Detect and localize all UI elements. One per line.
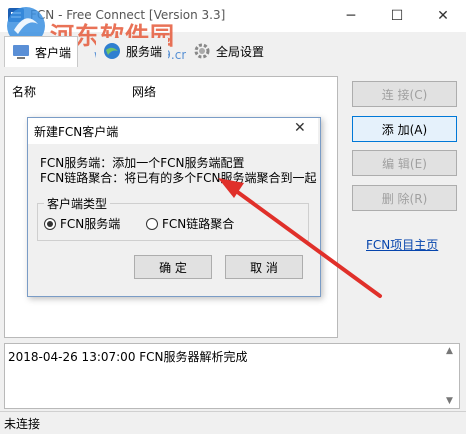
radio-fcn-server[interactable]: FCN服务端 <box>44 215 120 232</box>
client-icon <box>11 42 31 62</box>
minimize-button[interactable]: ─ <box>328 0 374 32</box>
status-bar <box>0 411 466 434</box>
globe-icon <box>102 41 122 61</box>
tab-server-label: 服务端 <box>126 44 163 59</box>
maximize-button[interactable]: ☐ <box>374 0 420 32</box>
close-button[interactable]: ✕ <box>420 0 466 32</box>
ok-button[interactable]: 确 定 <box>134 255 212 279</box>
add-button[interactable]: 添 加(A) <box>352 116 457 142</box>
dialog-close-button[interactable]: ✕ <box>294 120 306 136</box>
radio-selected-icon <box>44 217 56 230</box>
fcn-home-link[interactable]: FCN项目主页 <box>366 236 438 253</box>
tab-global-settings-label: 全局设置 <box>216 44 265 59</box>
tab-global-settings[interactable]: 全局设置 <box>186 38 271 64</box>
status-text: 未连接 <box>4 417 41 431</box>
radio-fcn-aggregate[interactable]: FCN链路聚合 <box>146 215 234 232</box>
tab-server[interactable]: 服务端 <box>96 38 169 64</box>
radio-fcn-aggregate-label: FCN链路聚合 <box>162 217 235 231</box>
dialog-title: 新建FCN客户端 <box>34 125 119 139</box>
tab-client-label: 客户端 <box>35 45 72 60</box>
delete-button[interactable]: 删 除(R) <box>352 185 457 211</box>
column-header-network[interactable]: 网络 <box>132 83 156 100</box>
column-header-name[interactable]: 名称 <box>12 83 36 100</box>
scroll-up-icon[interactable]: ▲ <box>446 346 453 356</box>
tab-client[interactable]: 客户端 <box>4 36 79 67</box>
client-type-group-label: 客户端类型 <box>44 195 111 212</box>
connect-button[interactable]: 连 接(C) <box>352 81 457 107</box>
edit-button[interactable]: 编 辑(E) <box>352 150 457 176</box>
cancel-button[interactable]: 取 消 <box>225 255 303 279</box>
radio-unselected-icon <box>146 217 158 230</box>
gear-icon <box>192 41 212 61</box>
scroll-down-icon[interactable]: ▼ <box>446 396 453 406</box>
radio-fcn-server-label: FCN服务端 <box>60 217 121 231</box>
dialog-desc-aggregate: FCN链路聚合：将已有的多个FCN服务端聚合到一起 <box>40 171 317 185</box>
log-line: 2018-04-26 13:07:00 FCN服务器解析完成 <box>8 350 248 364</box>
